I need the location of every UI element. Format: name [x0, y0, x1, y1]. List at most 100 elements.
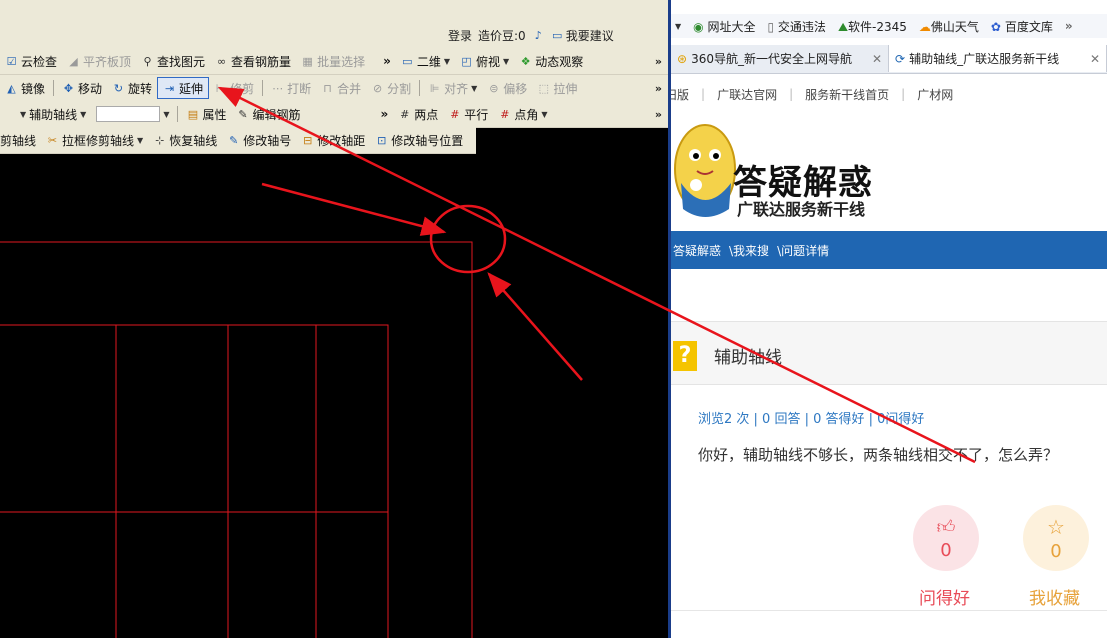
- pencil-icon: ✎: [229, 133, 239, 147]
- layer-combo-value[interactable]: [96, 106, 161, 122]
- cloud-check-button[interactable]: ☑ 云检查: [0, 51, 62, 71]
- more-toolbar3[interactable]: »: [655, 108, 668, 121]
- align-dropdown[interactable]: ⊫ 对齐 ▼: [423, 78, 482, 98]
- favorite-label: 百度文库: [1004, 19, 1053, 34]
- layer-combo[interactable]: ▼: [91, 104, 174, 124]
- favorite-button[interactable]: ☆ 0: [1023, 505, 1089, 571]
- auxiliary-axis-outer[interactable]: [0, 241, 473, 638]
- restore-axis-button[interactable]: ⊹ 恢复轴线: [148, 130, 222, 150]
- edit-axis-distance-button[interactable]: ⊟ 修改轴距: [296, 130, 370, 150]
- nav-material-site[interactable]: 广材网: [917, 86, 953, 103]
- edit-axis-distance-label: 修改轴距: [317, 133, 366, 148]
- more-toolbar2[interactable]: »: [655, 82, 668, 95]
- parallel-button[interactable]: # 平行: [443, 104, 493, 124]
- property-button[interactable]: ▤ 属性: [181, 104, 231, 124]
- extend-button[interactable]: ⇥ 延伸: [157, 77, 210, 99]
- mirror-icon: ◭: [7, 81, 16, 95]
- drawing-canvas[interactable]: [0, 154, 668, 638]
- view-top-dropdown[interactable]: ◰ 俯视 ▼: [455, 51, 514, 71]
- page-icon: ▯: [767, 19, 775, 34]
- login-link[interactable]: 登录: [448, 27, 472, 44]
- mirror-button[interactable]: ◭ 镜像: [0, 78, 50, 98]
- breadcrumb-detail[interactable]: \问题详情: [777, 242, 829, 259]
- like-label[interactable]: 问得好: [919, 584, 970, 609]
- separator: [53, 80, 55, 96]
- align-icon: ⊫: [429, 81, 440, 95]
- close-icon[interactable]: ✕: [1080, 52, 1100, 66]
- auxiliary-axis-inner[interactable]: [0, 324, 389, 638]
- breadcrumb: 答疑解惑 \我来搜 \问题详情: [671, 231, 1107, 269]
- two-point-button[interactable]: # 两点: [393, 104, 443, 124]
- favorite-item[interactable]: ◉ 网址大全: [693, 18, 755, 35]
- move-button[interactable]: ✥ 移动: [57, 78, 107, 98]
- two-point-icon: #: [400, 107, 410, 121]
- trim-axis-label: 剪轴线: [0, 133, 37, 148]
- toolbar-view: ☑ 云检查 ◢ 平齐板顶 ⚲ 查找图元 ∞ 查看钢筋量 ▦ 批量选择 » ▭ 二维 ▼ ◰ 俯视…: [0, 48, 668, 75]
- question-mark-icon: ?: [673, 341, 697, 371]
- site-logo[interactable]: 答疑解惑 广联达服务新干线: [671, 113, 1107, 223]
- breadcrumb-qa[interactable]: 答疑解惑: [673, 242, 721, 259]
- point-angle-dropdown[interactable]: # 点角 ▼: [493, 104, 552, 124]
- split-button[interactable]: ⊘ 分割: [366, 78, 416, 98]
- view-2d-label: 二维: [416, 54, 441, 69]
- favorite-item[interactable]: ▯ 交通违法: [767, 18, 825, 35]
- trim-button[interactable]: ⊢ 修剪: [209, 78, 259, 98]
- like-count: 0: [940, 539, 952, 561]
- nav-old-version[interactable]: 旧版: [671, 86, 689, 103]
- nav-home[interactable]: 服务新干线首页: [805, 86, 889, 103]
- batch-select-button[interactable]: ▦ 批量选择: [296, 51, 370, 71]
- edit-rebar-icon: ✎: [238, 107, 248, 121]
- more-toolbar3-left[interactable]: »: [376, 104, 394, 124]
- find-element-button[interactable]: ⚲ 查找图元: [136, 51, 210, 71]
- trim-axis-button[interactable]: 剪轴线: [0, 130, 41, 150]
- nav-official-site[interactable]: 广联达官网: [717, 86, 777, 103]
- edit-axis-position-button[interactable]: ⊡ 修改轴号位置: [370, 130, 468, 150]
- rebar-icon: ∞: [216, 54, 227, 68]
- trim-label: 修剪: [230, 81, 255, 96]
- favorites-dropdown-icon[interactable]: ▼: [675, 22, 681, 31]
- more-toolbar1-left[interactable]: »: [378, 51, 396, 71]
- edit-rebar-button[interactable]: ✎ 编辑钢筋: [232, 104, 306, 124]
- view-2d-dropdown[interactable]: ▭ 二维 ▼: [396, 51, 455, 71]
- like-button[interactable]: 👍︎ 0: [913, 505, 979, 571]
- suggest-link[interactable]: ▭ 我要建议: [551, 27, 614, 44]
- favorite-item[interactable]: ☁佛山天气: [919, 18, 979, 35]
- browser-window: ▼ ◉ 网址大全 ▯ 交通违法 ⛰软件-2345 ☁佛山天气 ✿ 百度文库 » …: [671, 0, 1107, 638]
- merge-button[interactable]: ⊓ 合并: [316, 78, 366, 98]
- offset-button[interactable]: ⊜ 偏移: [482, 78, 532, 98]
- align-slab-button[interactable]: ◢ 平齐板顶: [62, 51, 136, 71]
- favorite-label: 软件-2345: [848, 19, 907, 34]
- merge-label: 合并: [337, 81, 362, 96]
- breadcrumb-search[interactable]: \我来搜: [729, 242, 769, 259]
- close-icon[interactable]: ✕: [862, 52, 882, 66]
- dropdown-arrow-icon: ▼: [137, 135, 144, 145]
- move-icon: ✥: [63, 81, 74, 95]
- edit-axis-position-label: 修改轴号位置: [391, 133, 464, 148]
- break-button[interactable]: ⋯ 打断: [266, 78, 316, 98]
- dynamic-view-button[interactable]: ❖ 动态观察: [514, 51, 588, 71]
- favorite-label: 佛山天气: [930, 19, 979, 34]
- tab-360[interactable]: ⊛ 360导航_新一代安全上网导航 ✕: [671, 45, 889, 72]
- edit-axis-number-button[interactable]: ✎ 修改轴号: [222, 130, 296, 150]
- toolbar-axis: ▼ 辅助轴线 ▼ ▼ ▤ 属性 ✎ 编辑钢筋 » # 两点 # 平行 # 点角 ▼ »: [0, 101, 668, 128]
- chevron-double-right-icon[interactable]: »: [1065, 19, 1073, 33]
- bell-icon[interactable]: ♪: [532, 29, 545, 42]
- logo-subtitle: 广联达服务新干线: [737, 200, 866, 219]
- mirror-label: 镜像: [21, 81, 46, 96]
- toolbar-edit: ◭ 镜像 ✥ 移动 ↻ 旋转 ⇥ 延伸 ⊢ 修剪 ⋯ 打断 ⊓ 合并 ⊘ 分割 ⊫ 对齐 ▼ ⊜ 偏移…: [0, 75, 668, 102]
- more-toolbar1[interactable]: »: [655, 55, 668, 68]
- tab-active[interactable]: ⟳ 辅助轴线_广联达服务新干线 ✕: [889, 45, 1107, 72]
- favorite-item[interactable]: ✿ 百度文库: [991, 18, 1053, 35]
- rotate-button[interactable]: ↻ 旋转: [107, 78, 157, 98]
- parallel-label: 平行: [464, 107, 489, 122]
- dropdown-arrow-icon: ▼: [443, 56, 451, 66]
- favorite-item[interactable]: ⛰软件-2345: [838, 18, 907, 35]
- question-title: 辅助轴线: [714, 348, 782, 368]
- box-trim-axis-dropdown[interactable]: ✂ 拉框修剪轴线 ▼: [41, 130, 148, 150]
- chat-icon: ▭: [552, 28, 563, 42]
- favorite-count: 0: [1050, 540, 1062, 562]
- favorite-label[interactable]: 我收藏: [1029, 584, 1080, 609]
- view-rebar-button[interactable]: ∞ 查看钢筋量: [210, 51, 296, 71]
- axis-type-dropdown[interactable]: ▼ 辅助轴线 ▼: [0, 104, 91, 124]
- stretch-button[interactable]: ⬚ 拉伸: [532, 78, 582, 98]
